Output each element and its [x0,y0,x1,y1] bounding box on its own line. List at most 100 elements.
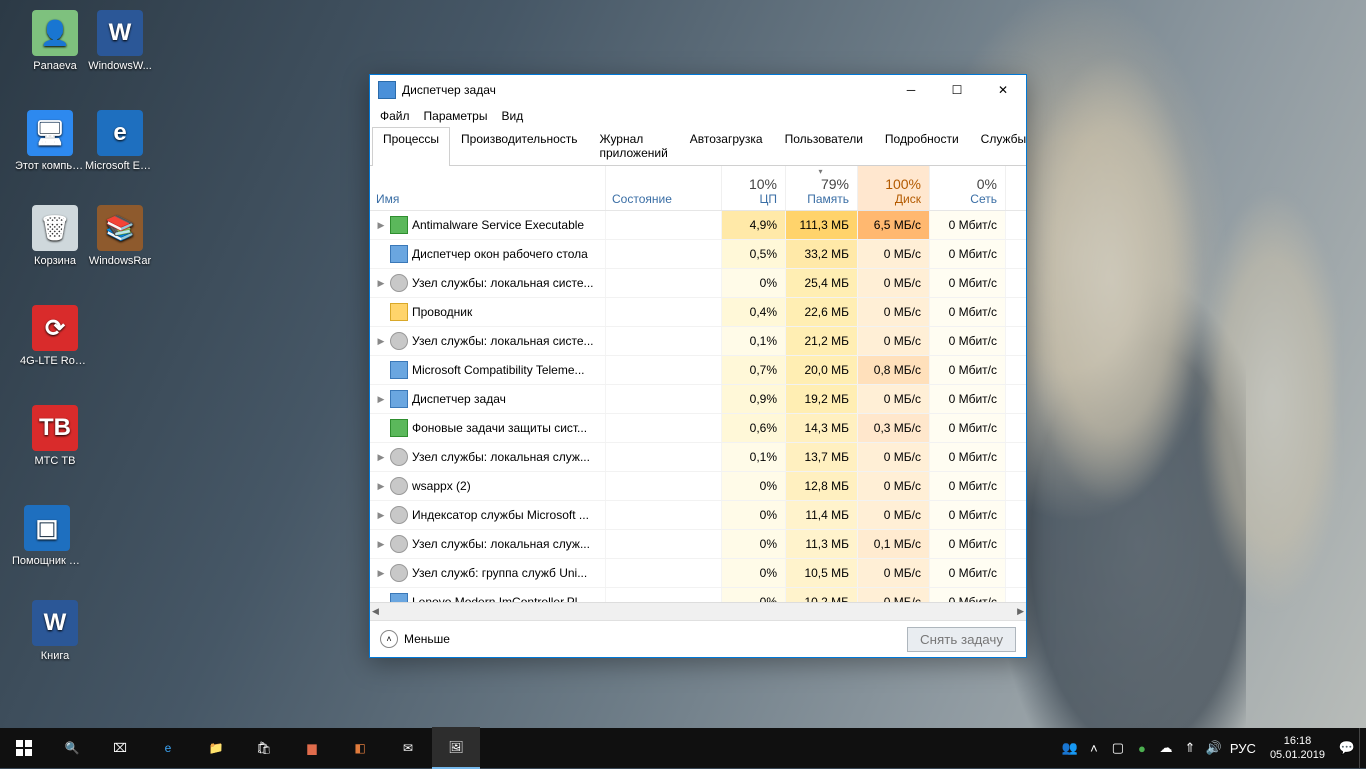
tab[interactable]: Пользователи [774,127,874,166]
close-button[interactable]: ✕ [980,75,1026,105]
system-tray: 👥 ˄ ▢ ● ☁ ⇑ 🔊 РУС 16:18 05.01.2019 💬 [1058,728,1366,768]
desktop-icon[interactable]: ▣Помощник по обновл... [12,505,82,567]
minimize-button[interactable]: ─ [888,75,934,105]
taskbar-store[interactable]: 🛍 [240,728,288,768]
expand-icon[interactable]: ▶ [376,269,386,297]
cell-disk: 0 МБ/с [858,443,930,471]
col-state[interactable]: Состояние [606,166,722,210]
desktop-icon[interactable]: 📚WindowsRar [85,205,155,267]
show-desktop-button[interactable] [1359,728,1366,768]
desktop-icon[interactable]: WWindowsW... [85,10,155,72]
desktop-icon[interactable]: ⟳4G-LTE Router [20,305,90,367]
desktop-icon[interactable]: ТВМТС ТВ [20,405,90,467]
expand-icon[interactable]: ▶ [376,530,386,558]
process-row[interactable]: ▶Индексатор службы Microsoft ...0%11,4 М… [370,501,1026,530]
task-view-button[interactable]: ⌧ [96,728,144,768]
tab[interactable]: Процессы [372,127,450,166]
titlebar[interactable]: Диспетчер задач ─ ☐ ✕ [370,75,1026,105]
process-row[interactable]: ▶Диспетчер задач0,9%19,2 МБ0 МБ/с0 Мбит/… [370,385,1026,414]
desktop-icon[interactable]: eMicrosoft Edge [85,110,155,172]
tray-volume-icon[interactable]: 🔊 [1202,728,1226,768]
process-name: Фоновые задачи защиты сист... [412,414,587,442]
process-row[interactable]: Lenovo.Modern.ImController.Pl...0%10,2 М… [370,588,1026,602]
process-row[interactable]: Диспетчер окон рабочего стола0,5%33,2 МБ… [370,240,1026,269]
process-icon [390,274,408,292]
cell-network: 0 Мбит/с [930,559,1006,587]
tab[interactable]: Подробности [874,127,970,166]
expand-icon[interactable]: ▶ [376,559,386,587]
taskbar-taskmgr[interactable]: 🖼 [432,727,480,769]
menu-options[interactable]: Параметры [424,109,488,123]
horizontal-scrollbar[interactable]: ◀▶ [370,602,1026,620]
cell-disk: 0 МБ/с [858,327,930,355]
expand-icon[interactable]: ▶ [376,472,386,500]
taskbar-app-red[interactable]: ▆ [288,728,336,768]
expand-icon[interactable]: ▶ [376,211,386,239]
fewer-details-button[interactable]: ˄ Меньше [380,630,450,648]
cell-cpu: 0,6% [722,414,786,442]
end-task-button[interactable]: Снять задачу [907,627,1016,652]
process-icon [390,332,408,350]
cell-cpu: 0,1% [722,443,786,471]
expand-icon[interactable]: ▶ [376,385,386,413]
col-name[interactable]: Имя [370,166,606,210]
col-disk[interactable]: 100%Диск [858,166,930,210]
desktop-icon[interactable]: 🗑Корзина [20,205,90,267]
taskbar-app-orange[interactable]: ◧ [336,728,384,768]
tray-overflow-icon[interactable]: ˄ [1082,728,1106,768]
desktop-icon[interactable]: 🖥Этот компьютер [15,110,85,172]
desktop[interactable]: 👤PanaevaWWindowsW...🖥Этот компьютерeMicr… [0,0,1366,728]
tray-onedrive-icon[interactable]: ☁ [1154,728,1178,768]
col-cpu[interactable]: 10%ЦП [722,166,786,210]
tray-battery-icon[interactable]: ▢ [1106,728,1130,768]
process-row[interactable]: Фоновые задачи защиты сист...0,6%14,3 МБ… [370,414,1026,443]
menu-file[interactable]: Файл [380,109,410,123]
expand-icon[interactable]: ▶ [376,501,386,529]
process-row[interactable]: ▶Узел службы: локальная служ...0%11,3 МБ… [370,530,1026,559]
tab[interactable]: Автозагрузка [679,127,774,166]
cell-disk: 0,1 МБ/с [858,530,930,558]
cell-state [606,530,722,558]
process-list[interactable]: ▶Antimalware Service Executable4,9%111,3… [370,211,1026,602]
taskbar-edge[interactable]: e [144,728,192,768]
col-memory[interactable]: ▾79%Память [786,166,858,210]
process-row[interactable]: ▶Узел служб: группа служб Uni...0%10,5 М… [370,559,1026,588]
taskbar-mail[interactable]: ✉ [384,728,432,768]
desktop-icon[interactable]: 👤Panaeva [20,10,90,72]
expand-icon[interactable]: ▶ [376,327,386,355]
tab[interactable]: Журнал приложений [589,127,679,166]
cell-name: ▶Узел службы: локальная служ... [370,443,606,471]
tray-notifications-icon[interactable]: 💬 [1335,728,1359,768]
cell-cpu: 0,7% [722,356,786,384]
tray-clock[interactable]: 16:18 05.01.2019 [1260,734,1335,762]
menu-view[interactable]: Вид [501,109,523,123]
col-network[interactable]: 0%Сеть [930,166,1006,210]
tray-language[interactable]: РУС [1226,728,1260,768]
maximize-button[interactable]: ☐ [934,75,980,105]
tab-strip: ПроцессыПроизводительностьЖурнал приложе… [370,127,1026,166]
process-row[interactable]: ▶Узел службы: локальная служ...0,1%13,7 … [370,443,1026,472]
tab[interactable]: Производительность [450,127,588,166]
tab[interactable]: Службы [970,127,1037,166]
process-row[interactable]: Microsoft Compatibility Teleme...0,7%20,… [370,356,1026,385]
process-icon [390,390,408,408]
taskbar-explorer[interactable]: 📁 [192,728,240,768]
process-name: Antimalware Service Executable [412,211,584,239]
process-row[interactable]: ▶Узел службы: локальная систе...0%25,4 М… [370,269,1026,298]
search-button[interactable]: 🔍 [48,728,96,768]
process-row[interactable]: Проводник0,4%22,6 МБ0 МБ/с0 Мбит/с [370,298,1026,327]
process-name: Диспетчер окон рабочего стола [412,240,588,268]
expand-icon[interactable]: ▶ [376,443,386,471]
process-row[interactable]: ▶Antimalware Service Executable4,9%111,3… [370,211,1026,240]
tray-network-icon[interactable]: ● [1130,728,1154,768]
tray-people-icon[interactable]: 👥 [1058,728,1082,768]
cell-memory: 19,2 МБ [786,385,858,413]
process-row[interactable]: ▶Узел службы: локальная систе...0,1%21,2… [370,327,1026,356]
process-row[interactable]: ▶wsappx (2)0%12,8 МБ0 МБ/с0 Мбит/с [370,472,1026,501]
tray-wifi-icon[interactable]: ⇑ [1178,728,1202,768]
process-icon [390,419,408,437]
start-button[interactable] [0,728,48,768]
desktop-icon[interactable]: WКнига [20,600,90,662]
cell-name: ▶Индексатор службы Microsoft ... [370,501,606,529]
cell-memory: 10,5 МБ [786,559,858,587]
